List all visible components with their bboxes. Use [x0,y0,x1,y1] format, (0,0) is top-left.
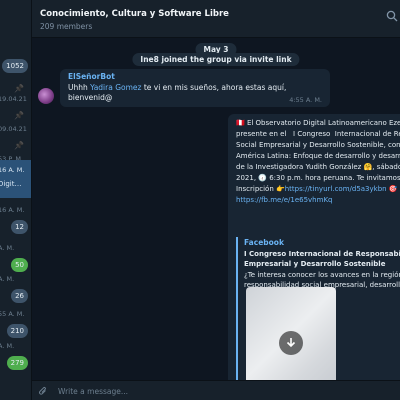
chat-time: 09.04.21 [0,125,27,133]
chat-title[interactable]: Conocimiento, Cultura y Software Libre [40,9,229,19]
download-button[interactable] [279,331,303,355]
chat-time: 55 A. M. [0,310,25,318]
message-text-prefix: Uhhh [68,83,91,92]
preview-image[interactable] [246,287,336,380]
post-line: Social Empresarial y Desarrollo Sostenib… [236,141,400,149]
member-count: 209 members [40,22,93,31]
chat-header: Conocimiento, Cultura y Software Libre 2… [32,0,400,38]
post-line: de la Investigadora Yudith González 🤗, s… [236,163,400,171]
post-line: presente en el I Congreso Internacional … [236,130,400,138]
chat-list-item[interactable]: A. M. 26 [0,269,31,307]
post-line: América Latina: Enfoque de desarrollo y … [236,152,400,160]
chat-list-item[interactable]: 16 A. M. Digit… [0,160,31,198]
message-text: Uhhh Yadira Gomez te vi en mis sueños, a… [68,83,288,103]
unread-badge: 26 [11,289,28,303]
chat-time: 16 A. M. [0,166,25,174]
inscription-tail: 🎯 L [388,185,400,193]
inscription-link[interactable]: https://tinyurl.com/d5a3ykbn [285,185,387,193]
search-icon[interactable] [386,10,398,22]
download-icon [286,338,296,348]
chat-list-item[interactable]: 16 A. M. 12 [0,200,31,238]
chat-time: A. M. [0,275,15,283]
attach-icon[interactable] [38,385,48,397]
post-line: 2021, 🕡 6:30 p.m. hora peruana. Te invit… [236,174,400,182]
unread-badge: 279 [6,356,28,370]
chat-time: 16 A. M. [0,206,25,214]
link-preview[interactable]: Facebook I Congreso Internacional de Res… [236,237,400,380]
sender-name[interactable]: ElSeñorBot [68,72,322,81]
chat-preview: Digit… [0,180,22,188]
preview-site-name: Facebook [244,238,284,247]
join-notice: Ine8 joined the group via invite link [132,53,300,66]
chat-list-sidebar: 1052📌19.04.21📌09.04.21📌53 P. M.📌16 A. M.… [0,0,32,400]
preview-title: I Congreso Internacional de Responsabili… [244,250,400,268]
message-composer [32,380,400,400]
chat-list-item[interactable]: A. M. 279 [0,336,31,374]
inscription-label: Inscripción 👉 [236,185,285,193]
avatar[interactable] [38,88,54,104]
facebook-event-link[interactable]: https://fb.me/e/1e65vhmKq [236,196,332,204]
message-time: 4:55 A. M. [289,96,322,104]
chat-time: 19.04.21 [0,95,27,103]
post-text: 🇵🇪 El Observatorio Digital Latinoamerica… [236,118,400,206]
chat-time: A. M. [0,244,15,252]
forwarded-post-bubble[interactable]: 🇵🇪 El Observatorio Digital Latinoamerica… [228,114,400,380]
message-history[interactable]: May 3 Ine8 joined the group via invite l… [32,38,400,380]
message-input[interactable] [58,385,258,397]
message-bubble[interactable]: ElSeñorBot Uhhh Yadira Gomez te vi en mi… [60,69,330,107]
chat-time: A. M. [0,342,15,350]
unread-badge: 12 [11,220,28,234]
user-mention-link[interactable]: Yadira Gomez [90,83,141,92]
post-line: 🇵🇪 El Observatorio Digital Latinoamerica… [236,119,400,127]
